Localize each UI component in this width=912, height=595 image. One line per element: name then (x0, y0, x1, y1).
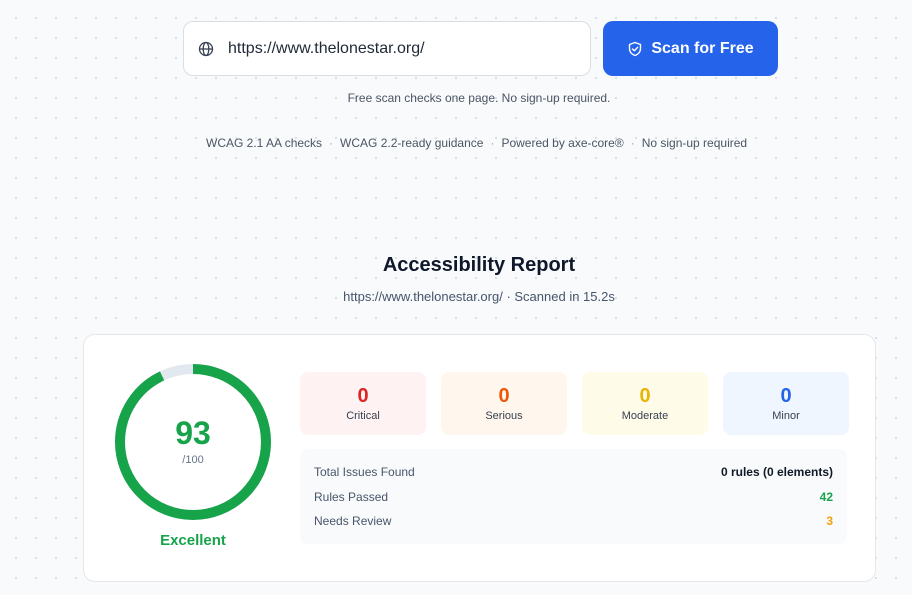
summary-value: 0 rules (0 elements) (720, 465, 833, 479)
summary-row-rules-passed: Rules Passed 42 (314, 485, 833, 510)
count-label: Moderate (621, 410, 669, 422)
summary-panel: Total Issues Found 0 rules (0 elements) … (300, 449, 847, 544)
summary-row-needs-review: Needs Review 3 (314, 509, 833, 534)
scan-note: Free scan checks one page. No sign-up re… (347, 91, 611, 105)
count-value: 0 (498, 385, 510, 407)
url-field[interactable] (183, 21, 591, 76)
report-card: 93 /100 Excellent 0 Critical 0 Serious 0… (83, 334, 876, 582)
summary-label: Needs Review (314, 514, 392, 528)
globe-icon (198, 41, 214, 57)
feature-list: WCAG 2.1 AA checks · WCAG 2.2-ready guid… (206, 136, 747, 150)
count-value: 0 (357, 385, 369, 407)
feature-separator: · (490, 136, 495, 150)
score-rating: Excellent (160, 532, 226, 549)
summary-row-total-issues: Total Issues Found 0 rules (0 elements) (314, 460, 833, 485)
summary-value: 3 (826, 514, 833, 528)
summary-label: Total Issues Found (314, 465, 415, 479)
feature-item: WCAG 2.2-ready guidance (340, 136, 484, 150)
score-max: /100 (182, 454, 204, 466)
feature-item: WCAG 2.1 AA checks (206, 136, 323, 150)
report-subtitle: https://www.thelonestar.org/ · Scanned i… (343, 289, 615, 304)
scan-form: Scan for Free (183, 21, 778, 76)
shield-check-icon (627, 41, 643, 57)
count-label: Critical (346, 410, 380, 422)
scan-button[interactable]: Scan for Free (603, 21, 778, 76)
count-minor: 0 Minor (723, 372, 849, 435)
feature-item: Powered by axe-core® (501, 136, 624, 150)
count-moderate: 0 Moderate (582, 372, 708, 435)
count-label: Minor (772, 410, 800, 422)
report-title: Accessibility Report (382, 254, 576, 276)
count-serious: 0 Serious (441, 372, 567, 435)
count-value: 0 (639, 385, 651, 407)
summary-value: 42 (819, 489, 833, 504)
feature-separator: · (329, 136, 334, 150)
count-value: 0 (780, 385, 792, 407)
count-critical: 0 Critical (300, 372, 426, 435)
score-value: 93 (175, 415, 211, 451)
feature-item: No sign-up required (641, 136, 748, 150)
summary-label: Rules Passed (314, 489, 389, 504)
url-input[interactable] (228, 39, 568, 58)
severity-counts: 0 Critical 0 Serious 0 Moderate 0 Minor (300, 372, 849, 435)
score-gauge: 93 /100 (112, 361, 274, 523)
feature-separator: · (630, 136, 635, 150)
count-label: Serious (485, 410, 523, 422)
scan-button-label: Scan for Free (651, 39, 754, 57)
